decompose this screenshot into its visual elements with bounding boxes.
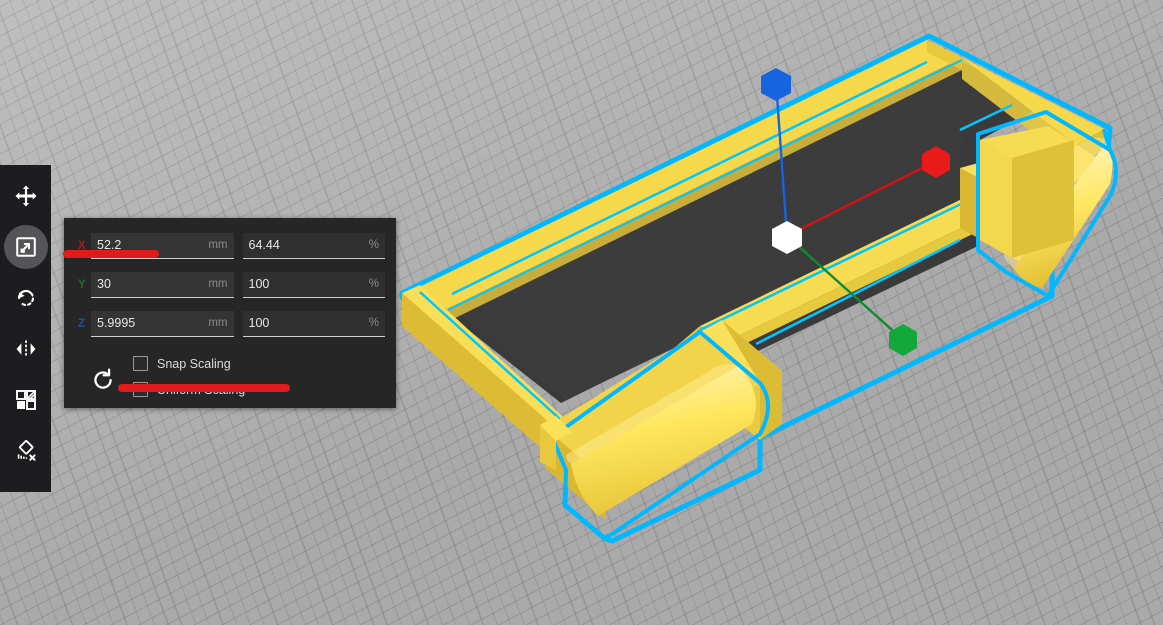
scale-tool[interactable]	[3, 225, 48, 269]
gizmo-y-handle	[889, 324, 917, 356]
y-size-input[interactable]	[97, 277, 205, 291]
z-size-unit: mm	[208, 317, 228, 329]
scale-settings-panel: X mm % Y mm % Z mm	[64, 218, 396, 408]
reset-scale-button[interactable]	[77, 349, 129, 405]
per-model-settings-tool[interactable]	[4, 378, 48, 422]
support-blocker-tool[interactable]	[4, 429, 48, 473]
z-percent-field[interactable]: %	[242, 310, 385, 337]
move-icon	[15, 185, 36, 207]
snap-scaling-checkbox[interactable]: Snap Scaling	[133, 356, 245, 371]
move-tool[interactable]	[4, 174, 48, 218]
z-percent-unit: %	[368, 317, 379, 329]
support-blocker-icon	[17, 440, 36, 461]
scale-row-z: Z mm %	[75, 307, 385, 340]
z-percent-input[interactable]	[248, 316, 365, 330]
snap-scaling-box[interactable]	[133, 356, 148, 371]
scale-options: Snap Scaling Uniform Scaling	[75, 349, 385, 405]
annotation-x-field	[63, 250, 159, 258]
per-model-icon	[15, 390, 36, 410]
y-size-field[interactable]: mm	[91, 271, 234, 298]
left-toolbar	[0, 165, 51, 492]
y-percent-input[interactable]	[248, 277, 365, 291]
x-percent-field[interactable]: %	[242, 232, 385, 259]
mirror-icon	[16, 340, 35, 356]
y-size-unit: mm	[208, 278, 228, 290]
rotate-icon	[17, 289, 34, 306]
z-size-field[interactable]: mm	[91, 310, 234, 337]
rotate-tool[interactable]	[4, 276, 48, 320]
scale-icon	[15, 237, 36, 257]
reset-arrow-icon	[94, 368, 112, 389]
axis-label-z: Z	[78, 317, 86, 330]
axis-label-y: Y	[78, 278, 86, 291]
y-percent-unit: %	[368, 278, 379, 290]
x-size-unit: mm	[208, 239, 228, 251]
mirror-tool[interactable]	[4, 327, 48, 371]
x-percent-input[interactable]	[248, 238, 365, 252]
snap-scaling-label: Snap Scaling	[157, 356, 231, 371]
x-percent-unit: %	[368, 239, 379, 251]
gizmo-z-handle	[761, 68, 791, 101]
annotation-uniform-scaling	[118, 384, 290, 392]
scale-row-y: Y mm %	[75, 268, 385, 301]
y-percent-field[interactable]: %	[242, 271, 385, 298]
z-size-input[interactable]	[97, 316, 205, 330]
